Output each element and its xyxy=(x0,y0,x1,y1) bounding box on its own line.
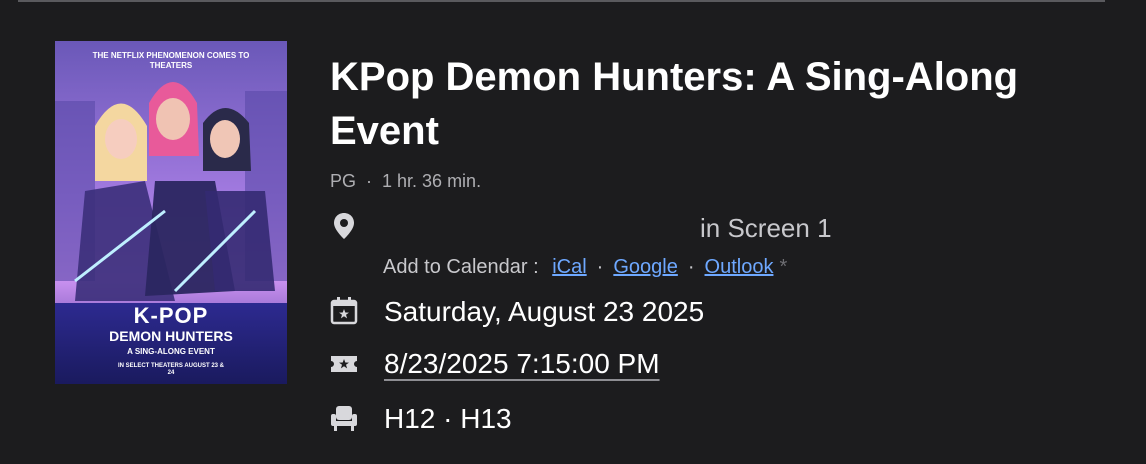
ical-link[interactable]: iCal xyxy=(552,256,586,278)
calendar-separator: · xyxy=(687,256,695,278)
calendar-separator: · xyxy=(596,256,604,278)
showtime-link[interactable]: 8/23/2025 7:15:00 PM xyxy=(384,348,660,380)
runtime-label: 1 hr. 36 min. xyxy=(382,171,482,191)
poster-title-line1: K-POP xyxy=(133,303,209,328)
add-to-calendar: Add to Calendar : iCal · Google · Outlook * xyxy=(383,256,787,279)
rating-label: PG xyxy=(330,171,357,191)
top-divider xyxy=(18,0,1105,2)
calendar-label: Add to Calendar : xyxy=(383,256,539,278)
movie-poster: THE NETFLIX PHENOMENON COMES TO THEATERS… xyxy=(55,41,287,384)
poster-tagline: THE NETFLIX PHENOMENON COMES TO THEATERS xyxy=(92,51,250,70)
poster-dates: IN SELECT THEATERS AUGUST 23 & 24 xyxy=(117,363,224,376)
poster-subtitle: A SING-ALONG EVENT xyxy=(127,347,215,356)
star-icon: * xyxy=(779,256,788,278)
meta-separator: · xyxy=(366,171,373,191)
seat-numbers: H12 · H13 xyxy=(384,403,512,434)
outlook-calendar-link[interactable]: Outlook xyxy=(705,256,774,278)
calendar-icon xyxy=(330,297,358,325)
seat-icon xyxy=(331,406,357,431)
ticket-icon xyxy=(331,356,357,372)
google-calendar-link[interactable]: Google xyxy=(613,256,678,278)
poster-title-line2: DEMON HUNTERS xyxy=(109,328,233,344)
movie-title: KPop Demon Hunters: A Sing-Along Event xyxy=(330,55,1019,153)
movie-meta: PG · 1 hr. 36 min. xyxy=(330,171,481,192)
map-pin-icon xyxy=(334,213,354,239)
location-text: in Screen 1 xyxy=(700,213,832,243)
show-date: Saturday, August 23 2025 xyxy=(384,296,705,327)
